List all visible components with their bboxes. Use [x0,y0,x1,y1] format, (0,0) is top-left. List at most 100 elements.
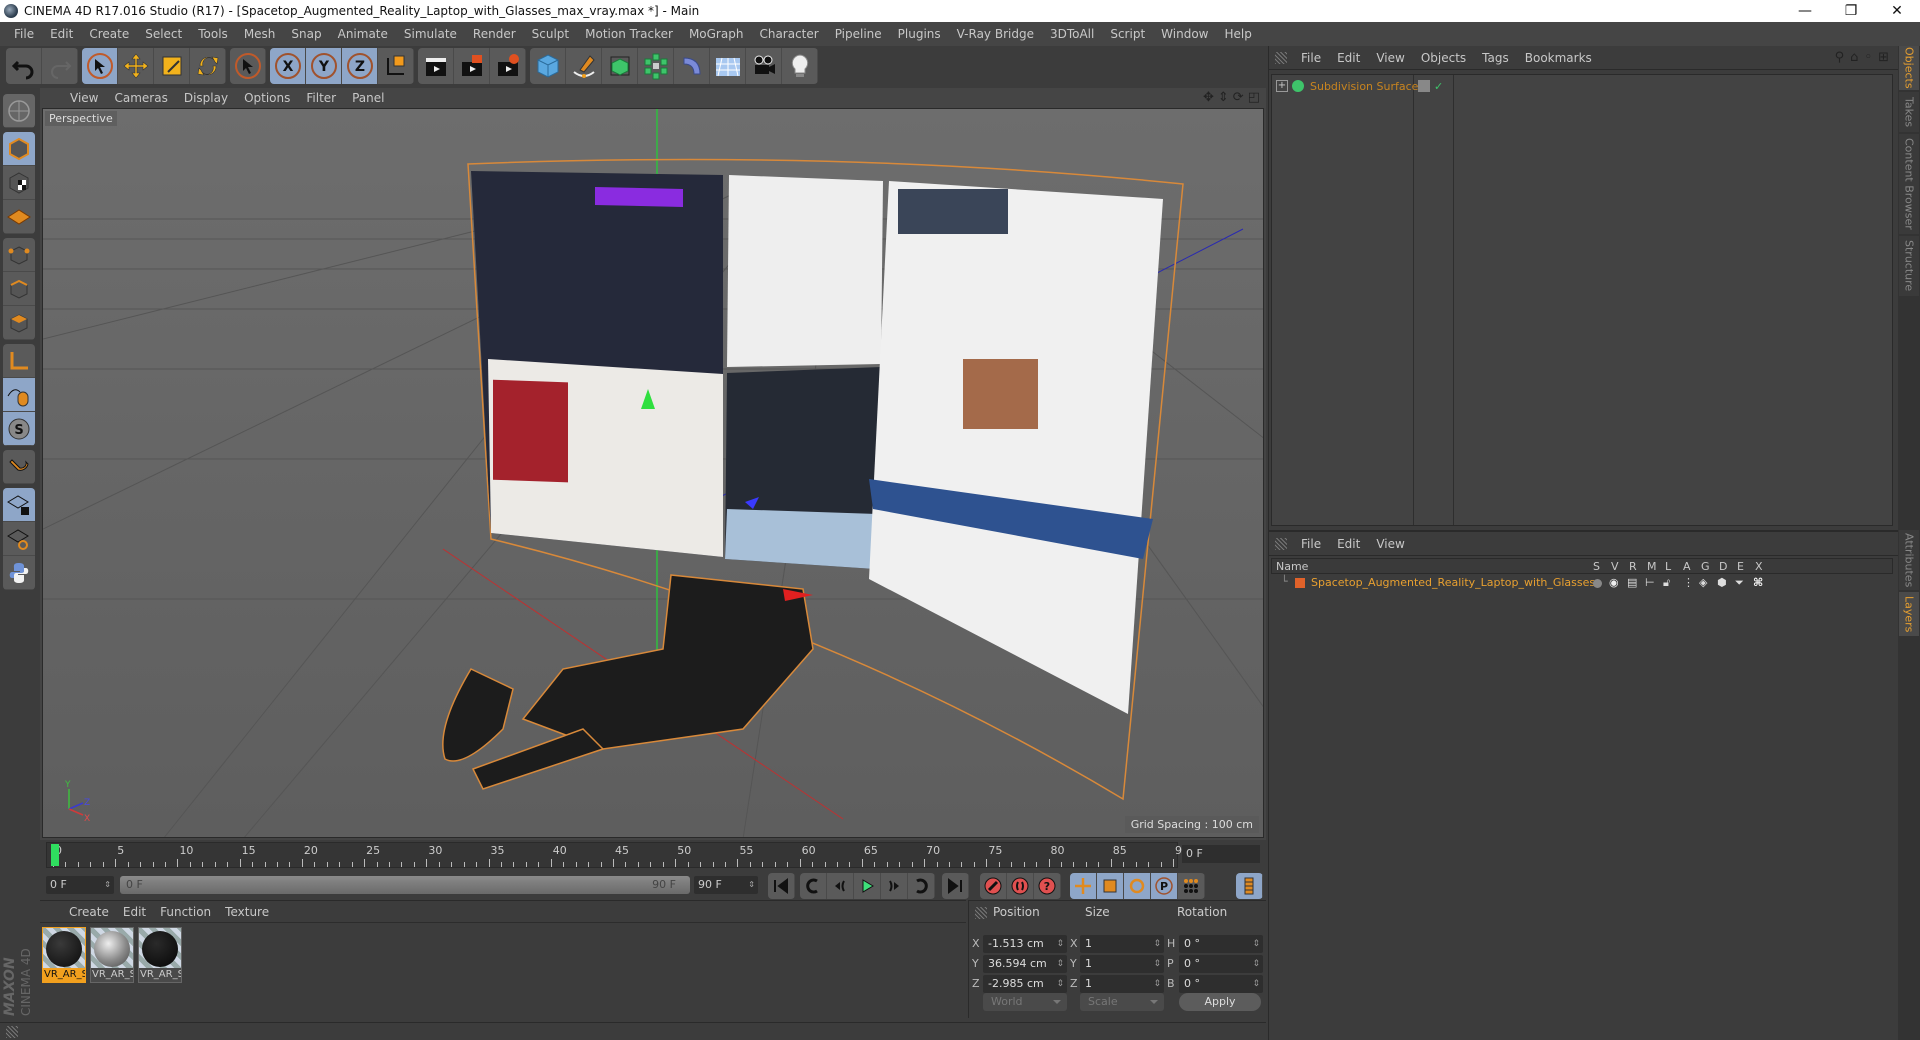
material-swatch[interactable]: VR_AR_S [138,927,182,983]
maximize-view-icon[interactable]: ◰ [1248,90,1260,105]
menu-script[interactable]: Script [1102,27,1153,41]
toggle-icon[interactable]: ◦ [1864,50,1872,65]
material-swatch[interactable]: VR_AR_S [42,927,86,983]
move-icon[interactable] [118,48,154,84]
pen-spline-icon[interactable] [566,48,602,84]
col-solo[interactable]: S [1593,560,1600,573]
objects-menu-edit[interactable]: Edit [1329,51,1368,65]
menu-pipeline[interactable]: Pipeline [827,27,890,41]
render-picture-viewer-icon[interactable] [454,48,490,84]
workplane-mode-icon[interactable] [3,200,35,234]
key-position-icon[interactable] [1070,873,1097,899]
layer-name[interactable]: Spacetop_Augmented_Reality_Laptop_with_G… [1311,576,1595,589]
subdivision-surface-icon[interactable] [602,48,638,84]
menu-plugins[interactable]: Plugins [890,27,949,41]
model-mode-icon[interactable] [3,132,35,166]
material-menu-texture[interactable]: Texture [218,905,276,919]
panel-grip-icon[interactable] [1275,52,1287,64]
solo-icon[interactable]: S [3,412,35,446]
solo-toggle-icon[interactable] [1593,579,1602,588]
last-tool-icon[interactable] [230,48,266,84]
live-selection-icon[interactable] [82,48,118,84]
render-toggle-icon[interactable]: ▤ [1627,576,1637,589]
workplane-align-icon[interactable] [3,522,35,556]
edges-mode-icon[interactable] [3,272,35,306]
visible-toggle-icon[interactable]: ◉ [1609,576,1619,589]
key-rotation-icon[interactable] [1124,873,1151,899]
layers-menu-file[interactable]: File [1293,537,1329,551]
menu-render[interactable]: Render [465,27,524,41]
viewport-menu-display[interactable]: Display [176,91,236,105]
col-manager[interactable]: M [1647,560,1657,573]
layer-tag-icon[interactable] [1418,80,1430,92]
col-locked[interactable]: L [1665,560,1671,573]
rotate-icon[interactable] [190,48,226,84]
timeline-ruler[interactable]: 051015202530354045505560657075808590 [46,842,1189,868]
record-active-icon[interactable] [980,873,1007,899]
panel-grip-icon[interactable] [975,907,987,919]
material-swatch[interactable]: VR_AR_S [90,927,134,983]
menu-edit[interactable]: Edit [42,27,81,41]
camera-icon[interactable] [746,48,782,84]
menu-motion-tracker[interactable]: Motion Tracker [577,27,681,41]
col-animation[interactable]: A [1683,560,1691,573]
play-icon[interactable] [854,873,881,899]
deformer-bend-icon[interactable] [674,48,710,84]
menu-character[interactable]: Character [751,27,826,41]
xref-toggle-icon[interactable]: ⌘ [1753,576,1763,589]
timeline-icon[interactable] [1236,873,1263,899]
tab-attributes[interactable]: Attributes [1899,530,1919,590]
snap-icon[interactable] [3,450,35,484]
panel-grip-icon[interactable] [6,1026,18,1038]
objects-menu-tags[interactable]: Tags [1474,51,1517,65]
keyframe-selection-icon[interactable]: ? [1034,873,1061,899]
rotation-p-field[interactable]: 0 ° [1179,955,1263,973]
col-deformers[interactable]: D [1719,560,1727,573]
material-menu-edit[interactable]: Edit [116,905,153,919]
size-y-field[interactable]: 1 [1080,955,1164,973]
search-icon[interactable]: ⚲ [1835,50,1845,65]
tab-content-browser[interactable]: Content Browser [1899,134,1919,234]
menu-3dtoall[interactable]: 3DToAll [1042,27,1102,41]
apply-button[interactable]: Apply [1179,993,1261,1011]
menu-snap[interactable]: Snap [283,27,329,41]
camera-label[interactable]: Perspective [45,111,117,126]
viewport-menu-panel[interactable]: Panel [344,91,392,105]
tab-layers[interactable]: Layers [1899,592,1919,636]
redo-icon[interactable] [42,48,78,84]
position-z-field[interactable]: -2.985 cm [983,975,1067,993]
autokey-icon[interactable] [1007,873,1034,899]
key-pla-icon[interactable] [1178,873,1205,899]
layers-menu-edit[interactable]: Edit [1329,537,1368,551]
col-expressions[interactable]: E [1737,560,1744,573]
texture-mode-icon[interactable] [3,166,35,200]
col-xref[interactable]: X [1755,560,1763,573]
objects-menu-bookmarks[interactable]: Bookmarks [1517,51,1600,65]
menu-mograph[interactable]: MoGraph [681,27,752,41]
deformers-toggle-icon[interactable]: ⬢ [1717,576,1727,589]
expand-icon[interactable]: + [1276,80,1288,92]
workplane-lock-icon[interactable] [3,488,35,522]
viewport-canvas[interactable]: Y Z X Perspective Grid Spacing : 100 cm [42,108,1264,838]
viewport-menu-options[interactable]: Options [236,91,298,105]
col-visible[interactable]: V [1611,560,1619,573]
dolly-view-icon[interactable]: ⇕ [1218,90,1229,105]
menu-create[interactable]: Create [81,27,137,41]
go-to-end-icon[interactable] [942,873,969,899]
expressions-toggle-icon[interactable]: ⏷ [1735,576,1744,590]
restore-button[interactable]: ❐ [1828,0,1874,22]
frame-range-slider[interactable]: 0 F 90 F [120,876,690,894]
current-frame-field[interactable]: 0 F [1182,845,1260,863]
position-x-field[interactable]: -1.513 cm [983,935,1067,953]
z-axis-icon[interactable]: Z [342,48,378,84]
lock-toggle-icon[interactable]: 🔓︎ [1663,576,1670,590]
menu-animate[interactable]: Animate [330,27,396,41]
previous-key-icon[interactable] [800,873,827,899]
y-axis-icon[interactable]: Y [306,48,342,84]
playhead[interactable] [51,844,59,866]
animation-toggle-icon[interactable]: ⋮ [1683,576,1694,589]
rotation-b-field[interactable]: 0 ° [1179,975,1263,993]
position-y-field[interactable]: 36.594 cm [983,955,1067,973]
menu-file[interactable]: File [6,27,42,41]
layer-row[interactable]: └ Spacetop_Augmented_Reality_Laptop_with… [1271,574,1893,592]
